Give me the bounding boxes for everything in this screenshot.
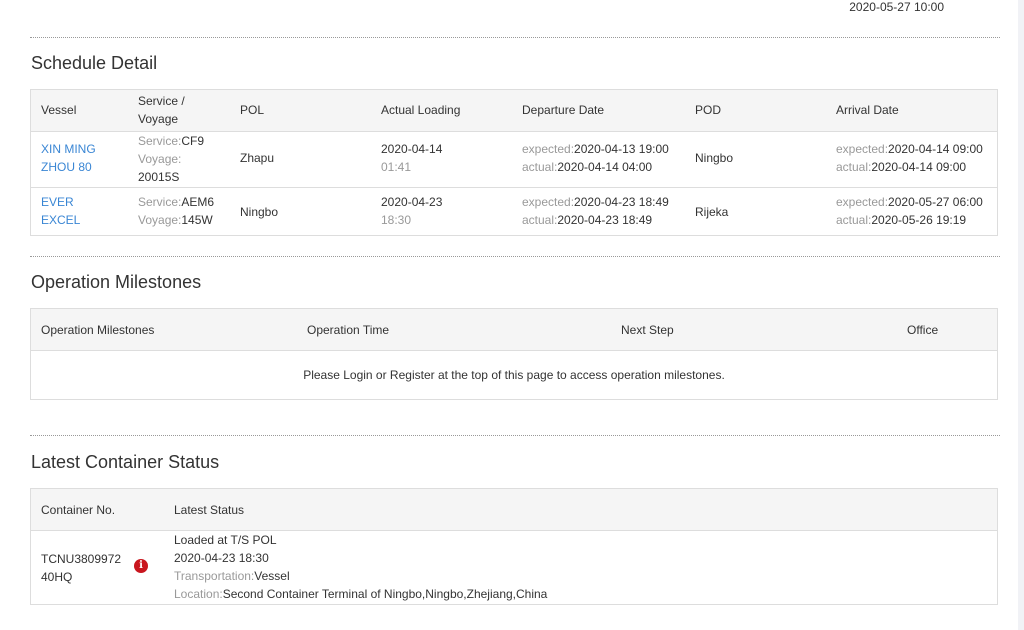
divider — [30, 37, 1000, 38]
actual-loading-cell: 2020-04-23 18:30 — [381, 195, 443, 227]
departure-cell: expected:2020-04-23 18:49 actual:2020-04… — [522, 195, 669, 227]
container-number-cell: TCNU3809972 40HQ — [41, 552, 122, 584]
col-pod: POD — [695, 103, 722, 117]
latest-status-cell: Loaded at T/S POL 2020-04-23 18:30 Trans… — [174, 533, 548, 601]
service-voyage-cell: Service:AEM6 Voyage:145W — [138, 195, 215, 227]
scrollbar[interactable] — [1018, 0, 1024, 630]
col-container-no: Container No. — [41, 503, 116, 517]
page: 2020-05-27 10:00 Schedule Detail Vessel … — [0, 0, 1018, 630]
schedule-detail-title: Schedule Detail — [31, 53, 158, 73]
col-pol: POL — [240, 103, 265, 117]
info-icon[interactable]: i — [134, 559, 148, 573]
col-next-step: Next Step — [621, 323, 674, 337]
col-operation-time: Operation Time — [307, 323, 390, 337]
updated-date: 2020-05-27 10:00 — [849, 0, 944, 14]
departure-cell: expected:2020-04-13 19:00 actual:2020-04… — [522, 142, 669, 174]
divider — [30, 435, 1000, 436]
container-table: Container No. Latest Status TCNU3809972 … — [30, 488, 998, 605]
col-vessel: Vessel — [41, 103, 77, 117]
schedule-table-header: Vessel Service / Voyage POL Actual Loadi… — [31, 90, 997, 132]
col-departure-date: Departure Date — [522, 103, 605, 117]
actual-loading-cell: 2020-04-14 01:41 — [381, 142, 443, 174]
milestones-table-header: Operation Milestones Operation Time Next… — [31, 309, 997, 351]
arrival-cell: expected:2020-05-27 06:00 actual:2020-05… — [836, 195, 983, 227]
milestones-table: Operation Milestones Operation Time Next… — [30, 308, 998, 400]
login-message: Please Login or Register at the top of t… — [303, 368, 725, 382]
vessel-link[interactable]: EVER EXCEL — [41, 193, 80, 229]
pol-cell: Ningbo — [240, 205, 279, 219]
table-row: XIN MING ZHOU 80 Service:CF9 Voyage: 200… — [31, 132, 997, 188]
service-voyage-cell: Service:CF9 Voyage: 20015S — [138, 134, 205, 184]
pod-cell: Ningbo — [695, 151, 734, 165]
col-operation-milestones: Operation Milestones — [41, 323, 155, 337]
col-service-voyage: Service / Voyage — [138, 94, 185, 126]
col-actual-loading: Actual Loading — [381, 103, 461, 117]
schedule-table: Vessel Service / Voyage POL Actual Loadi… — [30, 89, 998, 236]
col-office: Office — [907, 323, 939, 337]
pod-cell: Rijeka — [695, 205, 729, 219]
col-latest-status: Latest Status — [174, 503, 245, 517]
vessel-link[interactable]: XIN MING ZHOU 80 — [41, 140, 96, 176]
col-arrival-date: Arrival Date — [836, 103, 899, 117]
table-row: TCNU3809972 40HQ i Loaded at T/S POL 202… — [31, 531, 997, 605]
latest-container-status-title: Latest Container Status — [31, 452, 220, 472]
divider — [30, 256, 1000, 257]
operation-milestones-title: Operation Milestones — [31, 272, 202, 292]
container-table-header: Container No. Latest Status — [31, 489, 997, 531]
table-row: EVER EXCEL Service:AEM6 Voyage:145W Ning… — [31, 188, 997, 237]
pol-cell: Zhapu — [240, 151, 275, 165]
arrival-cell: expected:2020-04-14 09:00 actual:2020-04… — [836, 142, 983, 174]
